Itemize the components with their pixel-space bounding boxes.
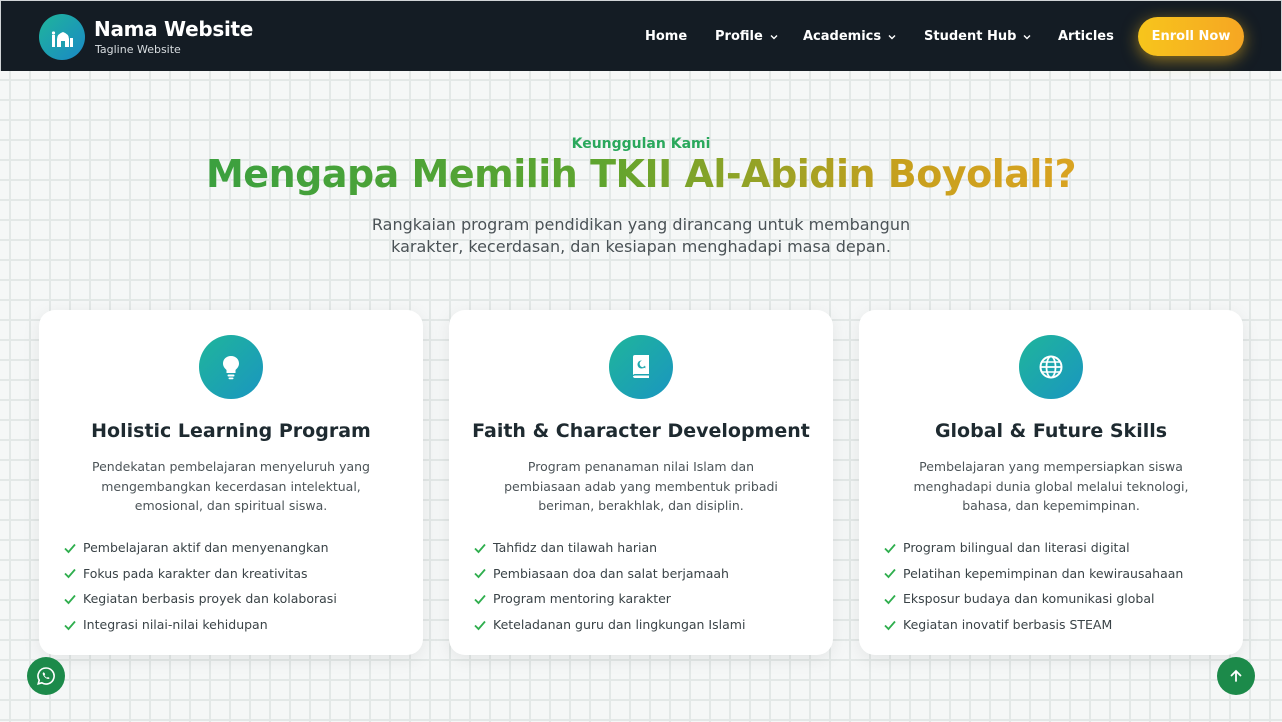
feature-text: Program mentoring karakter	[493, 591, 671, 607]
card-icon-badge	[199, 335, 263, 399]
main-nav: Home Profile Academics Student Hub Artic…	[1, 1, 1282, 72]
site-header: Nama Website Tagline Website Home Profil…	[0, 0, 1282, 71]
list-item: Kegiatan inovatif berbasis STEAM	[883, 612, 1183, 638]
globe-icon	[1039, 355, 1063, 379]
arrow-up-icon	[1230, 669, 1242, 682]
feature-text: Kegiatan inovatif berbasis STEAM	[903, 617, 1113, 633]
list-item: Pembelajaran aktif dan menyenangkan	[63, 535, 337, 561]
section-eyebrow: Keunggulan Kami	[571, 136, 711, 152]
list-item: Integrasi nilai-nilai kehidupan	[63, 612, 337, 638]
feature-text: Fokus pada karakter dan kreativitas	[83, 565, 308, 581]
nav-home[interactable]: Home	[645, 29, 687, 44]
check-icon	[884, 620, 896, 630]
feature-card-faith: Faith & Character Development Program pe…	[449, 310, 833, 655]
check-icon	[64, 569, 76, 579]
feature-text: Pembelajaran aktif dan menyenangkan	[83, 540, 329, 556]
section-subtitle: Rangkaian program pendidikan yang diranc…	[371, 215, 911, 256]
card-description: Program penanaman nilai Islam dan pembia…	[504, 459, 778, 513]
nav-academics-label: Academics	[803, 29, 882, 44]
chevron-down-icon	[770, 34, 778, 39]
nav-profile[interactable]: Profile	[715, 29, 779, 44]
card-title: Holistic Learning Program	[91, 420, 371, 442]
nav-profile-label: Profile	[715, 29, 763, 44]
back-to-top-button[interactable]	[1217, 657, 1255, 695]
nav-student-hub[interactable]: Student Hub	[924, 29, 1032, 44]
section-title: Mengapa Memilih TKII Al-Abidin Boyolali?	[0, 152, 1282, 196]
whatsapp-button[interactable]	[27, 657, 65, 695]
feature-text: Pembiasaan doa dan salat berjamaah	[493, 565, 729, 581]
feature-list: Program bilingual dan literasi digital P…	[883, 535, 1183, 637]
list-item: Program mentoring karakter	[473, 586, 745, 612]
nav-home-label: Home	[645, 29, 688, 44]
section-title-text: Mengapa Memilih TKII Al-Abidin Boyolali?	[205, 152, 1077, 196]
check-icon	[64, 543, 76, 554]
list-item: Kegiatan berbasis proyek dan kolaborasi	[63, 586, 337, 612]
feature-text: Pelatihan kepemimpinan dan kewirausahaan	[903, 565, 1184, 581]
list-item: Eksposur budaya dan komunikasi global	[883, 586, 1183, 612]
feature-card-holistic: Holistic Learning Program Pendekatan pem…	[39, 310, 423, 655]
feature-list: Tahfidz dan tilawah harian Pembiasaan do…	[473, 535, 745, 637]
lightbulb-icon	[223, 356, 239, 380]
quran-icon	[633, 355, 649, 378]
card-title: Faith & Character Development	[472, 420, 810, 442]
feature-card-global: Global & Future Skills Pembelajaran yang…	[859, 310, 1243, 655]
check-icon	[474, 543, 486, 554]
check-icon	[474, 569, 486, 579]
card-description: Pendekatan pembelajaran menyeluruh yang …	[92, 459, 370, 513]
chevron-down-icon	[888, 34, 896, 39]
card-icon-badge	[1019, 335, 1083, 399]
check-icon	[64, 594, 76, 605]
list-item: Pembiasaan doa dan salat berjamaah	[473, 561, 745, 587]
enroll-now-button[interactable]: Enroll Now	[1138, 17, 1244, 56]
nav-articles-label: Articles	[1058, 29, 1114, 44]
check-icon	[64, 620, 76, 630]
feature-text: Program bilingual dan literasi digital	[903, 540, 1130, 556]
check-icon	[474, 620, 486, 630]
list-item: Tahfidz dan tilawah harian	[473, 535, 745, 561]
list-item: Fokus pada karakter dan kreativitas	[63, 561, 337, 587]
check-icon	[884, 543, 896, 554]
feature-text: Tahfidz dan tilawah harian	[493, 540, 658, 556]
nav-articles[interactable]: Articles	[1058, 29, 1114, 44]
check-icon	[474, 594, 486, 605]
list-item: Keteladanan guru dan lingkungan Islami	[473, 612, 745, 638]
feature-list: Pembelajaran aktif dan menyenangkan Foku…	[63, 535, 337, 637]
list-item: Pelatihan kepemimpinan dan kewirausahaan	[883, 561, 1183, 587]
card-icon-badge	[609, 335, 673, 399]
feature-text: Integrasi nilai-nilai kehidupan	[83, 617, 268, 633]
check-icon	[884, 594, 896, 605]
list-item: Program bilingual dan literasi digital	[883, 535, 1183, 561]
feature-text: Keteladanan guru dan lingkungan Islami	[493, 617, 746, 633]
nav-student-hub-label: Student Hub	[924, 29, 1017, 44]
feature-text: Kegiatan berbasis proyek dan kolaborasi	[83, 591, 337, 607]
chevron-down-icon	[1023, 34, 1031, 39]
card-title: Global & Future Skills	[934, 420, 1168, 442]
card-description: Pembelajaran yang mempersiapkan siswa me…	[913, 459, 1189, 513]
check-icon	[884, 569, 896, 579]
feature-text: Eksposur budaya dan komunikasi global	[903, 591, 1155, 607]
nav-academics[interactable]: Academics	[803, 29, 897, 44]
whatsapp-icon	[37, 667, 55, 685]
